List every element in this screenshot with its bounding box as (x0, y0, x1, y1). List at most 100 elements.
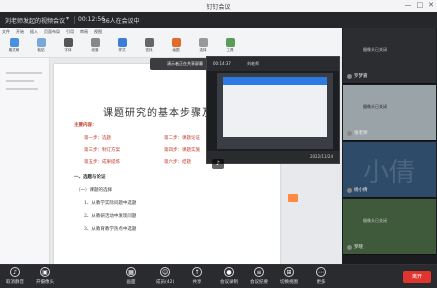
ribbon-tools: 格式刷 粘贴 字体 段落 样式 查找 画图 选择 工具 (4, 38, 240, 55)
doc-outline-panel (0, 58, 50, 264)
ribbon-tool: 工具 (220, 38, 240, 55)
meeting-toolbar: ♪ 取消静音 ▣ 开摄像头 ▦ 画面 ☺ 成员(42) ↑ 共享 ● 会议录制 … (0, 264, 437, 288)
share-screen-icon: ↑ (192, 267, 202, 277)
meeting-info-bar: 刘老师发起的视频会议 ▾ 00:12:56 36人在会议中 (0, 12, 437, 28)
doc-item: 第三步：制订方案 (84, 148, 120, 153)
grid-icon: ⊞ (284, 267, 294, 277)
participant-name: 张老师 (354, 131, 368, 136)
camera-icon: ▣ (40, 267, 50, 277)
tools-icon (225, 38, 235, 47)
participant-name-row: 杨小倩 (347, 187, 368, 193)
layout-icon: ▦ (126, 267, 136, 277)
presenter-video[interactable]: 00:14:37 刘老师 2022/11/24 (206, 56, 340, 164)
ribbon-tool: 选择 (193, 38, 213, 55)
camera-button[interactable]: ▣ 开摄像头 (36, 267, 54, 285)
participant-tile[interactable]: 小倩 杨小倩 (343, 142, 436, 198)
ribbon-tool: 查找 (139, 38, 159, 55)
shared-screen: 文件 开始 插入 页面布局 引用 审阅 视图 格式刷 粘贴 字体 段落 样式 查… (0, 28, 342, 264)
presenter-screen-bar (223, 77, 327, 85)
doc-point: 1、从教学实际问题中选题 (84, 201, 137, 206)
presenter-header: 00:14:37 刘老师 (207, 57, 339, 71)
people-icon: ☺ (160, 267, 171, 277)
mic-muted-icon (347, 130, 352, 136)
participant-name: 罗晓 (354, 245, 363, 250)
font-icon (63, 38, 73, 47)
participant-name: 杨小倩 (354, 188, 368, 193)
ribbon-tab: 视图 (94, 29, 102, 34)
minutes-button[interactable]: ≡ 会议纪要 (250, 267, 268, 285)
participant-name-row: 张老师 (347, 130, 368, 136)
paste-icon (36, 38, 46, 47)
doc-point: 3、从教育教学热点中选题 (84, 227, 137, 232)
doc-ribbon: 文件 开始 插入 页面布局 引用 审阅 视图 格式刷 粘贴 字体 段落 样式 查… (0, 28, 342, 58)
record-icon: ● (224, 267, 234, 277)
share-button[interactable]: ↑ 共享 (192, 267, 202, 285)
ribbon-tabs: 文件 开始 插入 页面布局 引用 审阅 视图 (2, 29, 102, 35)
meeting-timer: 00:12:56 (78, 16, 105, 23)
participant-name: 罗梦嘉 (354, 74, 368, 79)
ribbon-tab: 插入 (30, 29, 38, 34)
close-button[interactable]: ✕ (428, 1, 434, 9)
presenter-date: 2022/11/24 (309, 154, 333, 159)
mic-muted-icon (347, 187, 352, 193)
unmute-button[interactable]: ♪ 取消静音 (6, 267, 24, 285)
microphone-icon: ♪ (212, 159, 224, 169)
doc-part-heading: 一、选题与论证 (74, 175, 106, 180)
switch-view-button[interactable]: ⊞ 切换视图 (280, 267, 298, 285)
more-icon: ⋯ (316, 267, 326, 277)
participant-count: 36人在会议中 (102, 18, 140, 25)
microphone-icon: ♪ (10, 267, 20, 277)
style-icon (117, 38, 127, 47)
presenter-screen-content (223, 77, 327, 137)
participant-avatar-text: 小倩 (363, 158, 416, 188)
layout-button[interactable]: ▦ 画面 (126, 267, 136, 285)
participant-name-row: 罗梦嘉 (347, 73, 368, 79)
leave-button[interactable]: 离开 (403, 271, 431, 283)
ribbon-tool: 格式刷 (4, 38, 24, 55)
participant-note: 摄像头已关闭 (363, 218, 387, 223)
ribbon-tool: 字体 (58, 38, 78, 55)
chevron-down-icon[interactable]: ▾ (66, 15, 69, 22)
doc-section-head: 主要内容： (74, 123, 97, 128)
presenter-name: 刘老师 (247, 61, 259, 66)
doc-item: 第五步：成果提炼 (84, 160, 120, 165)
doc-item: 第四步：课题实施 (164, 148, 200, 153)
participant-note: 摄像头已关闭 (363, 104, 387, 109)
presenter-screen (217, 73, 333, 149)
ribbon-tool: 样式 (112, 38, 132, 55)
select-icon (198, 38, 208, 47)
mic-muted-icon (347, 73, 352, 79)
ribbon-tab: 页面布局 (44, 29, 60, 34)
more-button[interactable]: ⋯ 更多 (316, 267, 326, 285)
ribbon-tool: 段落 (85, 38, 105, 55)
doc-sub-heading: （一）课题的选择 (76, 188, 112, 193)
pointer-marker-icon (288, 194, 298, 202)
minimize-button[interactable]: — (405, 1, 412, 9)
window-controls: — □ ✕ (405, 1, 435, 9)
participant-name-row: 罗晓 (347, 244, 363, 250)
participant-tile[interactable]: 摄像头已关闭 张老师 (343, 85, 436, 141)
meeting-title[interactable]: 刘老师发起的视频会议 (5, 16, 65, 25)
participant-tile[interactable]: 摄像头已关闭 罗晓 (343, 199, 436, 255)
format-icon (9, 38, 19, 47)
doc-item: 第六步：结题 (164, 160, 191, 165)
paragraph-icon (90, 38, 100, 47)
divider (74, 16, 75, 24)
ribbon-tab: 文件 (2, 29, 10, 34)
meeting-window: 钉钉会议 — □ ✕ 刘老师发起的视频会议 ▾ 00:12:56 36人在会议中… (0, 0, 437, 288)
ribbon-tab: 审阅 (80, 29, 88, 34)
participant-tile[interactable]: 摄像头已关闭 罗梦嘉 (343, 28, 436, 84)
notes-icon: ≡ (254, 267, 264, 277)
members-button[interactable]: ☺ 成员(42) (156, 267, 174, 285)
ribbon-tab: 引用 (66, 29, 74, 34)
outline-line (6, 88, 38, 90)
mic-muted-icon (347, 244, 352, 250)
app-title: 钉钉会议 (206, 4, 231, 11)
find-icon (144, 38, 154, 47)
record-button[interactable]: ● 会议录制 (220, 267, 238, 285)
maximize-button[interactable]: □ (417, 1, 424, 9)
draw-icon (171, 38, 181, 47)
doc-item: 第二步：课题论证 (164, 136, 200, 141)
participant-column: 摄像头已关闭 罗梦嘉 摄像头已关闭 张老师 小倩 杨小倩 摄像头已关闭 罗晓 (342, 28, 437, 264)
ribbon-tool: 粘贴 (31, 38, 51, 55)
